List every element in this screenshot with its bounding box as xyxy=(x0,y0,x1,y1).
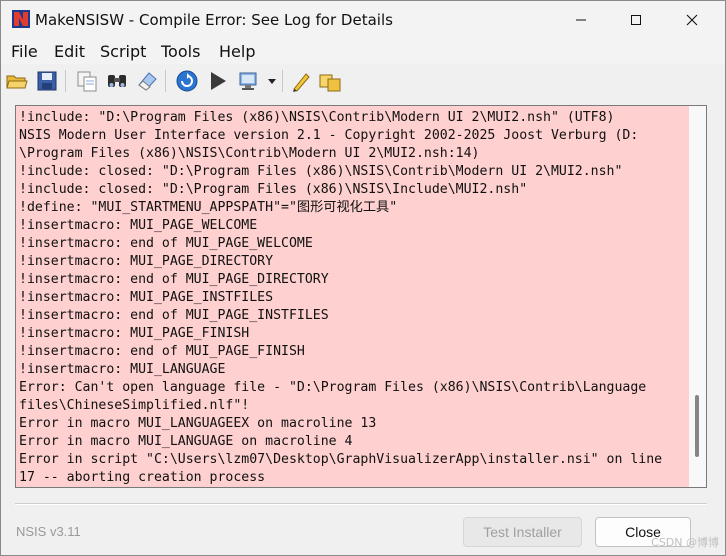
log-line: !include: closed: "D:\Program Files (x86… xyxy=(19,164,623,179)
save-icon[interactable] xyxy=(35,69,59,93)
clear-log-icon[interactable] xyxy=(135,69,159,93)
maximize-button[interactable] xyxy=(609,1,663,39)
toolbar xyxy=(1,64,725,98)
toolbar-separator xyxy=(65,70,66,92)
toolbar-separator xyxy=(282,70,283,92)
makensisw-window: MakeNSISW - Compile Error: See Log for D… xyxy=(0,0,726,556)
compressor-settings-icon[interactable] xyxy=(238,69,262,93)
toolbar-separator xyxy=(165,70,166,92)
edit-script-icon[interactable] xyxy=(289,69,313,93)
menu-bar: File Edit Script Tools Help xyxy=(1,39,725,64)
menu-help[interactable]: Help xyxy=(218,42,256,61)
test-run-icon[interactable] xyxy=(206,69,230,93)
footer-divider xyxy=(15,503,707,505)
log-line: !insertmacro: end of MUI_PAGE_INSTFILES xyxy=(19,308,329,323)
menu-tools[interactable]: Tools xyxy=(160,42,201,61)
log-line: !insertmacro: MUI_PAGE_DIRECTORY xyxy=(19,254,274,269)
log-line: !insertmacro: end of MUI_PAGE_DIRECTORY xyxy=(19,272,329,287)
log-line: Error in macro MUI_LANGUAGEEX on macroli… xyxy=(19,416,377,431)
version-label: NSIS v3.11 xyxy=(16,524,81,539)
close-window-button[interactable] xyxy=(665,1,719,39)
chevron-down-icon[interactable] xyxy=(267,78,277,86)
menu-script[interactable]: Script xyxy=(99,42,147,61)
watermark: CSDN @博博 xyxy=(651,536,719,549)
log-line: Error in macro MUI_LANGUAGE on macroline… xyxy=(19,434,353,449)
find-icon[interactable] xyxy=(105,69,129,93)
log-line: files\ChineseSimplified.nlf"! xyxy=(19,398,250,413)
log-line: !insertmacro: MUI_PAGE_WELCOME xyxy=(19,218,258,233)
compile-log-text: !include: "D:\Program Files (x86)\NSIS\C… xyxy=(19,109,687,487)
minimize-icon xyxy=(576,19,586,21)
log-line: !include: "D:\Program Files (x86)\NSIS\C… xyxy=(19,110,615,125)
log-line: \Program Files (x86)\NSIS\Contrib\Modern… xyxy=(19,146,480,161)
log-line: Error: Can't open language file - "D:\Pr… xyxy=(19,380,647,395)
log-line: !insertmacro: MUI_LANGUAGE xyxy=(19,362,226,377)
menu-edit[interactable]: Edit xyxy=(53,42,86,61)
log-line: !insertmacro: end of MUI_PAGE_FINISH xyxy=(19,344,305,359)
log-line: !insertmacro: MUI_PAGE_INSTFILES xyxy=(19,290,274,305)
scrollbar-thumb[interactable] xyxy=(695,395,699,457)
log-line: NSIS Modern User Interface version 2.1 -… xyxy=(19,128,639,143)
log-line: !insertmacro: MUI_PAGE_FINISH xyxy=(19,326,250,341)
log-line: 17 -- aborting creation process xyxy=(19,470,266,485)
log-line: !include: closed: "D:\Program Files (x86… xyxy=(19,182,528,197)
test-installer-button[interactable]: Test Installer xyxy=(463,517,582,547)
recompile-icon[interactable] xyxy=(175,69,199,93)
compile-log-panel[interactable]: !include: "D:\Program Files (x86)\NSIS\C… xyxy=(15,105,707,488)
log-line: !define: "MUI_STARTMENU_APPSPATH"="图形可视化… xyxy=(19,200,398,215)
minimize-button[interactable] xyxy=(554,1,608,39)
open-folder-icon[interactable] xyxy=(5,69,29,93)
nsis-app-icon xyxy=(12,10,30,28)
maximize-icon xyxy=(631,15,641,25)
copy-icon[interactable] xyxy=(75,69,99,93)
log-line: !insertmacro: end of MUI_PAGE_WELCOME xyxy=(19,236,313,251)
title-bar[interactable]: MakeNSISW - Compile Error: See Log for D… xyxy=(1,1,725,39)
browse-script-icon[interactable] xyxy=(318,69,342,93)
close-icon xyxy=(686,14,698,26)
log-scrollbar[interactable] xyxy=(689,106,706,487)
window-title: MakeNSISW - Compile Error: See Log for D… xyxy=(35,11,393,29)
menu-file[interactable]: File xyxy=(10,42,39,61)
log-line: Error in script "C:\Users\lzm07\Desktop\… xyxy=(19,452,663,467)
